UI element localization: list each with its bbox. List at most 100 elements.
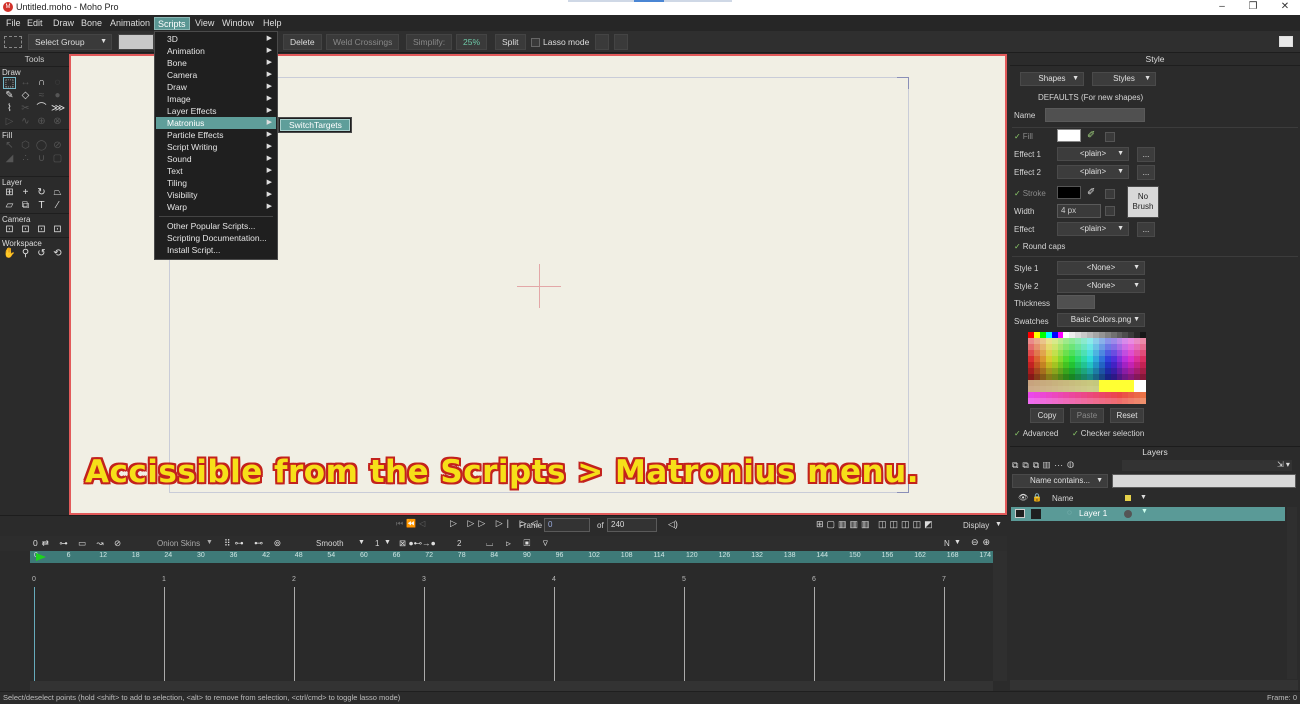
menu-bone[interactable]: Bone [78, 17, 105, 30]
orbit-workspace-tool-icon[interactable]: ⟲ [51, 248, 64, 260]
layer-filter-dropdown[interactable]: Name contains... ▼ [1012, 474, 1108, 488]
shear-layer-tool-icon[interactable]: ⏢ [51, 187, 64, 199]
line-width-tool-icon[interactable]: ◢ [3, 153, 16, 165]
fill-color-swatch[interactable] [1057, 129, 1081, 142]
swatch-palette[interactable] [1028, 332, 1146, 404]
menu-animation[interactable]: Animation [107, 17, 153, 30]
fill-eyedropper-icon[interactable]: ✐ [1087, 130, 1095, 141]
view-options-icons[interactable]: ⊞▢▥▥▥ ◫◫◫◫◩ [816, 519, 936, 530]
maximize-button[interactable]: ❐ [1246, 1, 1260, 13]
paint-bucket-tool-icon[interactable]: ◯ [35, 140, 48, 152]
scripts-menu-documentation[interactable]: Scripting Documentation... [156, 232, 276, 244]
palette-swatch[interactable] [1140, 398, 1146, 404]
select-shape-tool-icon[interactable]: ↖ [3, 140, 16, 152]
keyframe-tools-icons[interactable]: 0⇄ ⊶ ▭ ↝ ⊘ [33, 538, 125, 549]
rotate-layer-tool-icon[interactable]: ↻ [35, 187, 48, 199]
split-button[interactable]: Split [495, 34, 526, 50]
shapes-dropdown[interactable]: Shapes ▼ [1020, 72, 1084, 86]
thickness-input[interactable] [1057, 295, 1095, 309]
scripts-menu-other-popular[interactable]: Other Popular Scripts... [156, 220, 276, 232]
zoom-tool-icon[interactable]: ⚲ [19, 248, 32, 260]
scripts-menu-particle-effects[interactable]: Particle Effects ▶ [156, 129, 276, 141]
scripts-menu-layer-effects[interactable]: Layer Effects ▶ [156, 105, 276, 117]
timeline-ruler[interactable]: 0 6 12 18 24 30 36 42 48 54 60 66 72 78 84 90 96 102 108 11… [30, 551, 993, 563]
bend-tool-icon[interactable]: ▷ [3, 116, 16, 128]
paste-button[interactable]: Paste [1070, 408, 1104, 423]
width-input[interactable]: 4 px [1057, 204, 1101, 218]
scripts-menu-text[interactable]: Text ▶ [156, 165, 276, 177]
freehand-tool-icon[interactable]: ≈ [35, 90, 48, 102]
scripts-menu-sound[interactable]: Sound ▶ [156, 153, 276, 165]
reshape-tool-icon[interactable]: ⊗ [51, 116, 64, 128]
magnet-tool-icon[interactable]: ◌ [51, 77, 64, 89]
lasso-mode-checkbox[interactable] [531, 38, 540, 47]
swatches-dropdown[interactable]: Basic Colors.png ▼ [1057, 313, 1145, 327]
style2-dropdown[interactable]: <None> ▼ [1057, 279, 1145, 293]
scripts-menu-animation[interactable]: Animation ▶ [156, 45, 276, 57]
select-group-dropdown[interactable]: Select Group ▼ [28, 34, 112, 50]
fill-checkbox[interactable]: ✓ Fill [1014, 132, 1033, 141]
layer-perspective-tool-icon[interactable]: ▱ [3, 200, 16, 212]
scripts-menu-camera[interactable]: Camera ▶ [156, 69, 276, 81]
eyedropper-tool-icon[interactable]: ⁄ [51, 200, 64, 212]
stroke-checkbox[interactable]: ✓ Stroke [1014, 189, 1046, 198]
scripts-menu-warp[interactable]: Warp ▶ [156, 201, 276, 213]
hide-edge-tool-icon[interactable]: ∴ [19, 153, 32, 165]
close-button[interactable]: ✕ [1278, 1, 1292, 13]
layer-row-layer1[interactable]: ◌ Layer 1 ▼ [1011, 507, 1285, 521]
simplify-button[interactable]: Simplify: [406, 34, 453, 50]
switch-targets-menu-item[interactable]: SwitchTargets [280, 119, 350, 131]
scripts-menu-tiling[interactable]: Tiling ▶ [156, 177, 276, 189]
scripts-menu-matronius[interactable]: Matronius ▶ [156, 117, 276, 129]
noise-tool-icon[interactable]: ∿ [19, 116, 32, 128]
playhead-marker[interactable] [36, 553, 46, 561]
menu-edit[interactable]: Edit [24, 17, 46, 30]
layer-name[interactable]: Layer 1 [1079, 508, 1107, 518]
smooth-dropdown[interactable]: Smooth [316, 539, 344, 548]
transform-points-tool-icon[interactable]: ↔ [19, 77, 32, 89]
copy-button[interactable]: Copy [1030, 408, 1064, 423]
hand-tool-icon[interactable]: ✋ [3, 248, 16, 260]
timeline-zoom-icons[interactable]: ⊖⊕ [971, 537, 994, 548]
lasso-option-icon[interactable] [595, 34, 609, 50]
layer-toolbar-icons[interactable]: ⧉⧉⧉▥⋯◍ [1012, 460, 1078, 471]
effect2-more-button[interactable]: ... [1137, 165, 1155, 180]
create-shape-tool-icon[interactable]: ⬡ [19, 140, 32, 152]
layers-scrollbar[interactable] [1287, 507, 1297, 679]
frame-input[interactable]: 0 [544, 518, 590, 532]
menu-window[interactable]: Window [219, 17, 257, 30]
no-brush-button[interactable]: No Brush [1127, 186, 1159, 218]
pan-tilt-camera-tool-icon[interactable]: ⊡ [51, 224, 64, 236]
width-lock-checkbox[interactable] [1105, 206, 1115, 216]
total-frames-input[interactable]: 240 [607, 518, 657, 532]
effect2-dropdown[interactable]: <plain> ▼ [1057, 165, 1129, 179]
group-name-field[interactable] [118, 34, 154, 50]
n-label[interactable]: N [944, 539, 950, 548]
layer-lock-icon[interactable] [1031, 509, 1041, 519]
scripts-menu-image[interactable]: Image ▶ [156, 93, 276, 105]
scripts-menu-visibility[interactable]: Visibility ▶ [156, 189, 276, 201]
stroke-color-swatch[interactable] [1057, 186, 1081, 199]
panel-layout-icon[interactable] [1279, 36, 1293, 47]
menu-view[interactable]: View [192, 17, 217, 30]
stroke-effect-dropdown[interactable]: <plain> ▼ [1057, 222, 1129, 236]
timeline-tracks[interactable]: 0 1 2 3 4 5 6 7 [30, 563, 993, 681]
reset-button[interactable]: Reset [1110, 408, 1144, 423]
scripts-menu-install-script[interactable]: Install Script... [156, 244, 276, 256]
delete-shape-tool-icon[interactable]: ⊘ [51, 140, 64, 152]
stroke-eyedropper-icon[interactable]: ✐ [1087, 187, 1095, 198]
style1-dropdown[interactable]: <None> ▼ [1057, 261, 1145, 275]
advanced-checkbox[interactable]: ✓ Advanced [1014, 429, 1058, 438]
menu-scripts[interactable]: Scripts [154, 17, 190, 30]
scatter-brush-tool-icon[interactable]: ⌇ [3, 103, 16, 115]
style-name-input[interactable] [1045, 108, 1145, 122]
scripts-menu-draw[interactable]: Draw ▶ [156, 81, 276, 93]
interp-value[interactable]: 1 [375, 539, 379, 548]
timeline-hscrollbar[interactable] [30, 681, 993, 691]
checker-selection-checkbox[interactable]: ✓ Checker selection [1072, 429, 1144, 438]
scripts-menu-bone[interactable]: Bone ▶ [156, 57, 276, 69]
layer-selection-tool-icon[interactable]: ⧉ [19, 200, 32, 212]
perspective-tool-icon[interactable]: ⌒ [35, 103, 48, 115]
styles-dropdown[interactable]: Styles ▼ [1092, 72, 1156, 86]
delete-edge-tool-icon[interactable]: ✂ [19, 103, 32, 115]
